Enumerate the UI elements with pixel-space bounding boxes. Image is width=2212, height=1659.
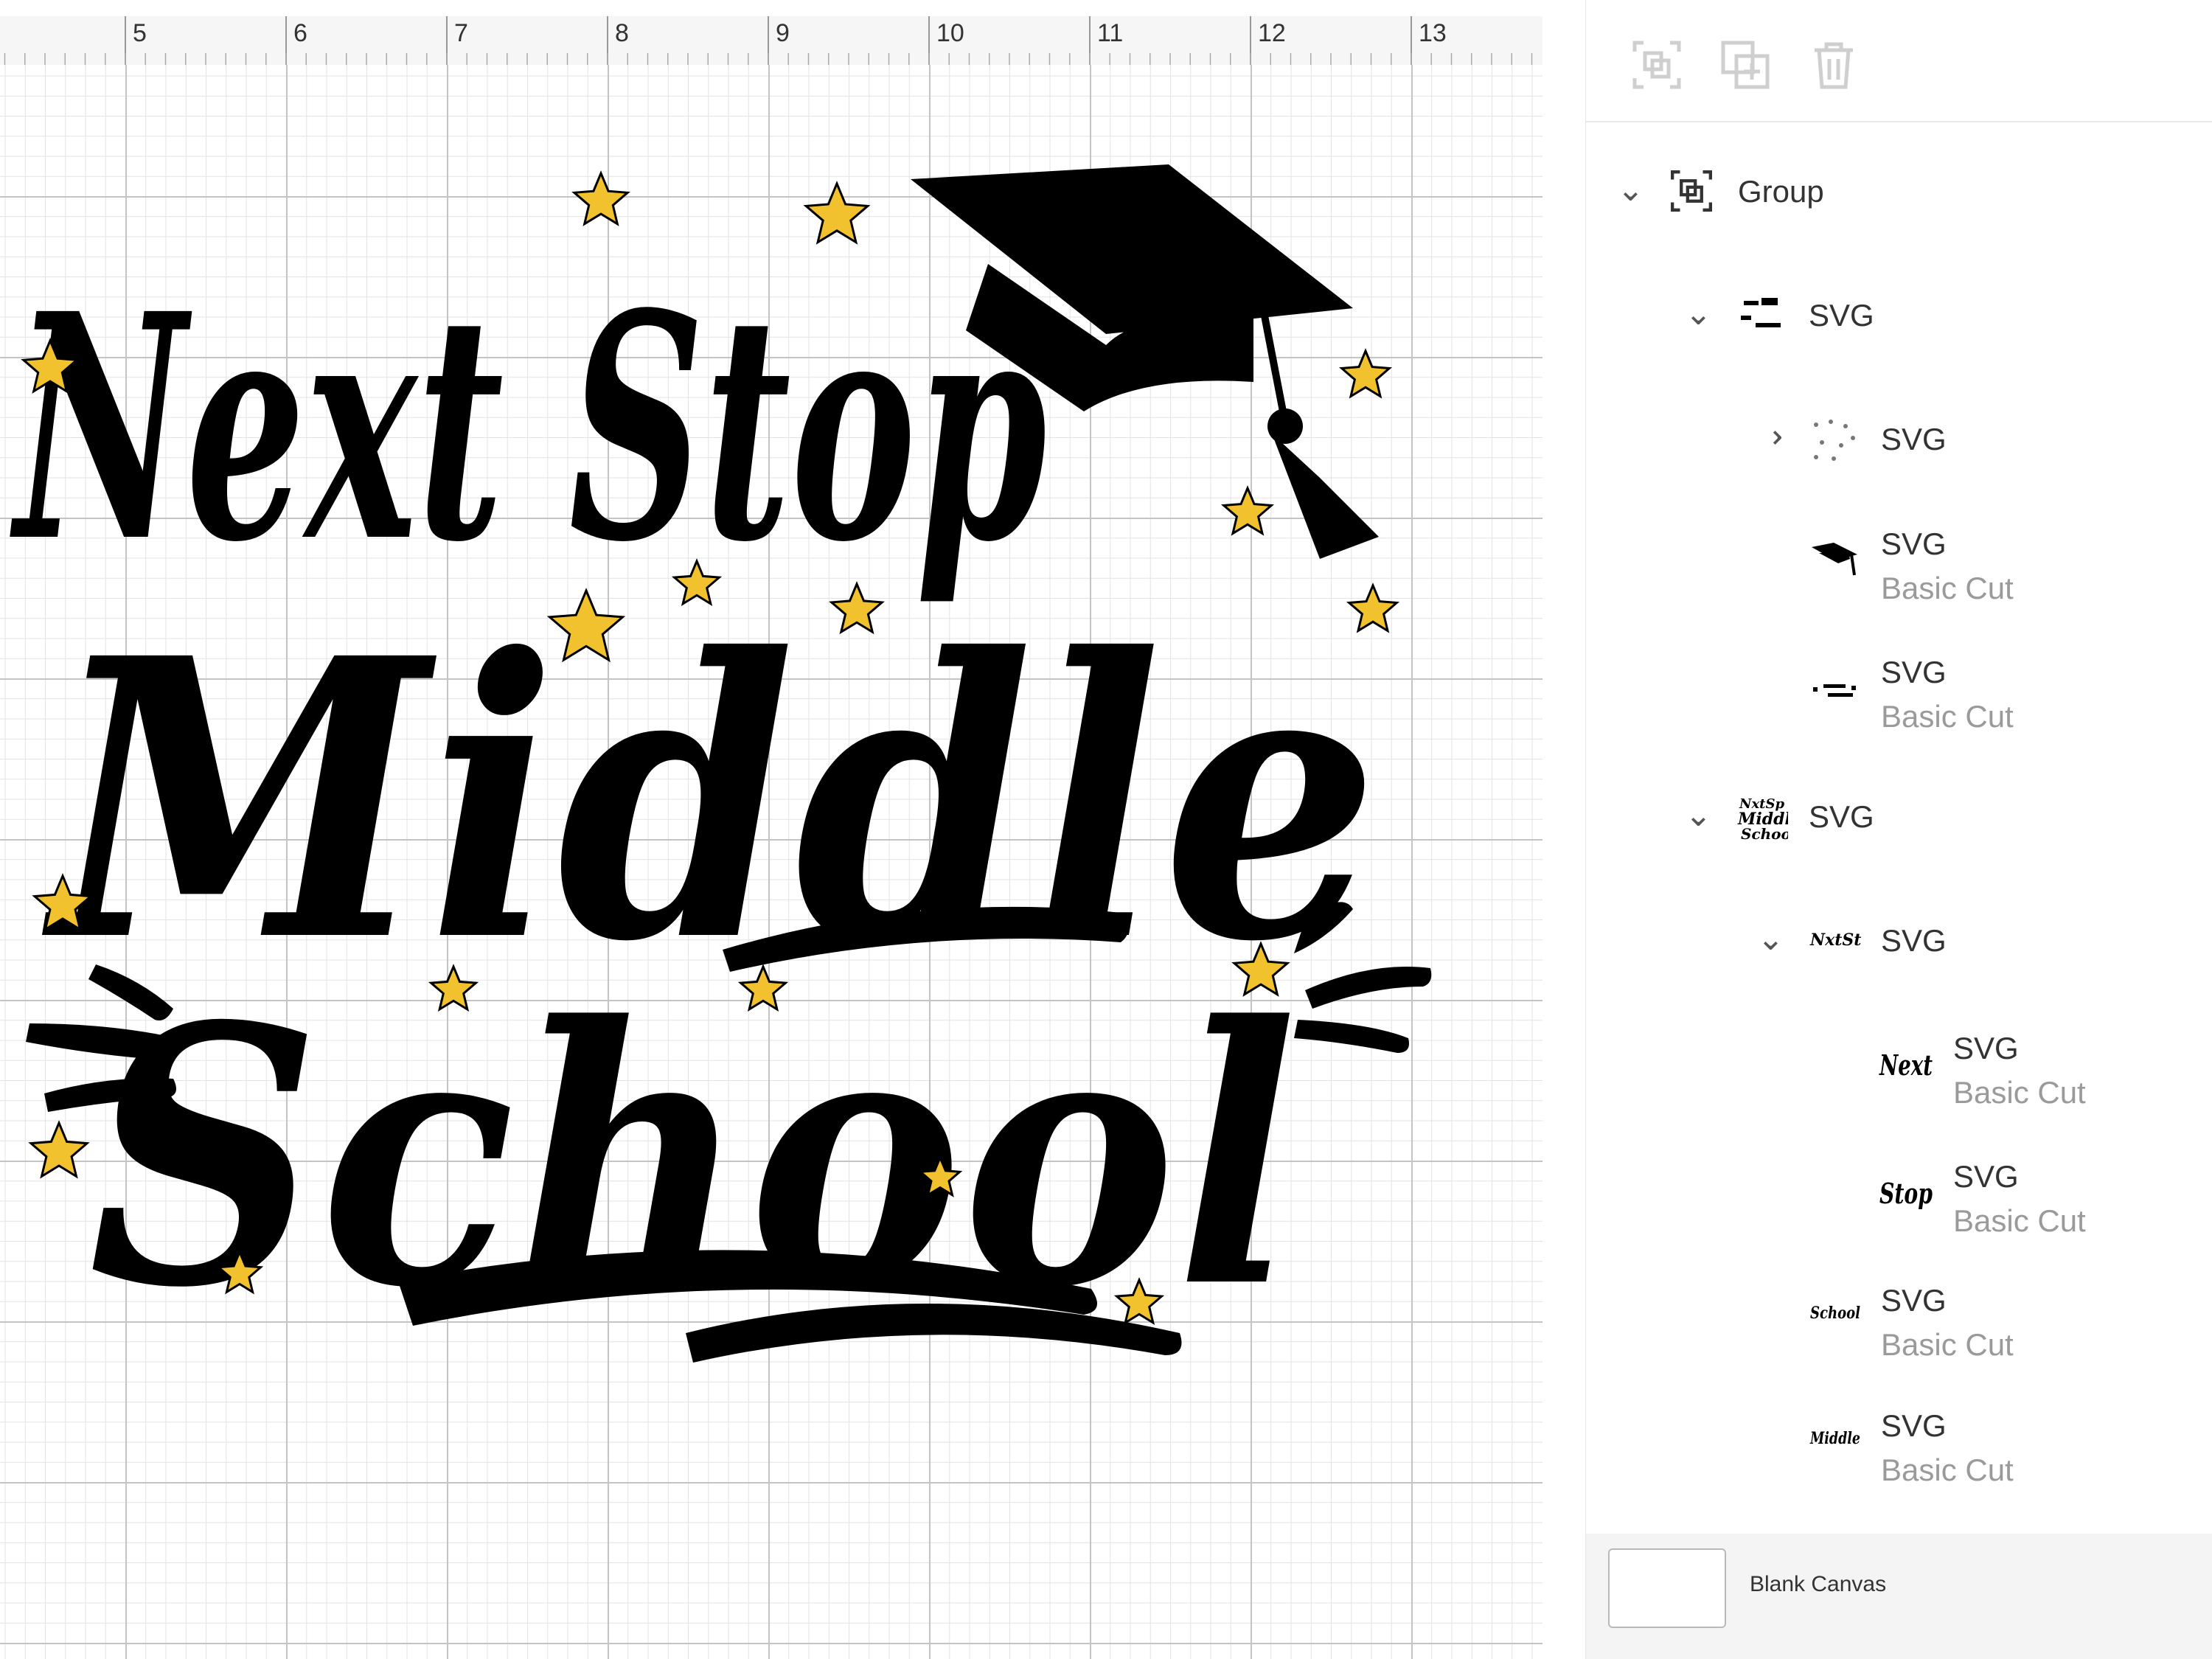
layer-thumbnail-icon <box>1741 298 1781 327</box>
layer-svg[interactable]: ⌄ SVG <box>1586 279 2212 352</box>
svg-text:School: School <box>1741 825 1788 842</box>
layer-thumbnail-icon: Stop <box>1879 1177 1933 1210</box>
canvas-color-swatch[interactable] <box>1608 1548 1726 1628</box>
layer-name: SVG <box>1809 298 1874 333</box>
svg-text:Next: Next <box>1879 1048 1933 1082</box>
layer-operation: Basic Cut <box>1953 1203 2086 1238</box>
chevron-down-icon[interactable]: ⌄ <box>1757 920 1784 958</box>
layer-operation: Basic Cut <box>1881 1453 2014 1487</box>
layer-name: SVG <box>1881 655 1947 689</box>
next-stop-middle-school-design[interactable]: Next Stop Middle School <box>0 65 1543 1466</box>
star-icon <box>28 1120 90 1179</box>
layer-name: Group <box>1738 174 1824 209</box>
layer-svg[interactable]: ⌄ SVG <box>1586 403 2212 476</box>
layer-svg[interactable]: ⌄ NxtStp SVG <box>1586 904 2212 978</box>
layer-thumbnail-icon: NxtSpMiddleSchool <box>1737 796 1788 842</box>
layer-thumbnail-icon <box>1814 420 1855 461</box>
chevron-right-icon[interactable]: ⌄ <box>1752 424 1790 451</box>
star-icon <box>571 170 630 226</box>
svg-text:Middle: Middle <box>1809 1429 1860 1448</box>
layer-svg[interactable]: School SVG Basic Cut <box>1586 1277 2212 1362</box>
layer-svg[interactable]: ⌄ NxtSpMiddleSchool SVG <box>1586 780 2212 854</box>
layer-name: SVG <box>1881 526 1947 561</box>
chevron-down-icon[interactable]: ⌄ <box>1685 295 1712 333</box>
layer-svg[interactable]: SVG Basic Cut <box>1586 649 2212 734</box>
duplicate-icon[interactable] <box>1719 38 1772 91</box>
layer-svg[interactable]: Middle SVG Basic Cut <box>1586 1402 2212 1487</box>
layer-name: SVG <box>1953 1159 2019 1194</box>
layer-thumbnail-icon: Next <box>1879 1048 1933 1082</box>
layer-name: SVG <box>1809 799 1874 834</box>
svg-text:School: School <box>1810 1304 1860 1323</box>
layer-name: SVG <box>1881 1408 1947 1443</box>
layer-operation: Basic Cut <box>1881 1327 2014 1362</box>
svg-text:Stop: Stop <box>1879 1177 1933 1210</box>
design-canvas[interactable]: 5 6 7 8 9 10 11 12 13 Next Stop Middle S… <box>0 0 1543 1659</box>
star-icon <box>1220 485 1275 536</box>
blank-canvas-layer[interactable]: Blank Canvas <box>1586 1534 2212 1659</box>
layer-svg[interactable]: SVG Basic Cut <box>1586 521 2212 605</box>
svg-text:NxtStp: NxtStp <box>1809 931 1862 950</box>
layer-group[interactable]: ⌄ Group <box>1586 155 2212 229</box>
star-icon <box>803 181 871 245</box>
layer-thumbnail-icon: NxtStp <box>1809 931 1862 950</box>
layer-name: SVG <box>1953 1031 2019 1065</box>
layer-thumbnail-icon <box>1813 684 1856 697</box>
ruler-ticks <box>4 16 1533 65</box>
group-icon <box>1671 170 1712 212</box>
headline-next-stop[interactable]: Next Stop <box>9 247 1047 611</box>
layer-thumbnail-icon: School <box>1810 1304 1860 1323</box>
layer-name: SVG <box>1881 1283 1947 1318</box>
star-icon <box>1338 348 1393 399</box>
layer-svg[interactable]: Next SVG Basic Cut <box>1586 1025 2212 1110</box>
layer-name: SVG <box>1881 923 1947 958</box>
layer-svg[interactable]: Stop SVG Basic Cut <box>1586 1153 2212 1238</box>
layer-name: SVG <box>1881 422 1947 456</box>
chevron-down-icon[interactable]: ⌄ <box>1617 171 1644 209</box>
chevron-down-icon[interactable]: ⌄ <box>1685 796 1712 834</box>
layers-toolbar <box>1586 0 2212 122</box>
layer-operation: Basic Cut <box>1953 1075 2086 1110</box>
layers-panel: ⌄ Group ⌄ SVG ⌄ SVG SVG Basic Cut SVG Ba… <box>1585 0 2212 1659</box>
group-icon[interactable] <box>1630 38 1683 91</box>
layer-thumbnail-icon <box>1812 543 1857 576</box>
horizontal-ruler: 5 6 7 8 9 10 11 12 13 <box>0 16 1543 66</box>
layer-operation: Basic Cut <box>1881 699 2014 734</box>
trash-icon[interactable] <box>1807 38 1860 91</box>
layer-operation: Basic Cut <box>1881 571 2014 605</box>
headline-school[interactable]: School <box>88 950 1298 1366</box>
layer-thumbnail-icon: Middle <box>1809 1429 1860 1448</box>
blank-canvas-label: Blank Canvas <box>1750 1572 1887 1596</box>
